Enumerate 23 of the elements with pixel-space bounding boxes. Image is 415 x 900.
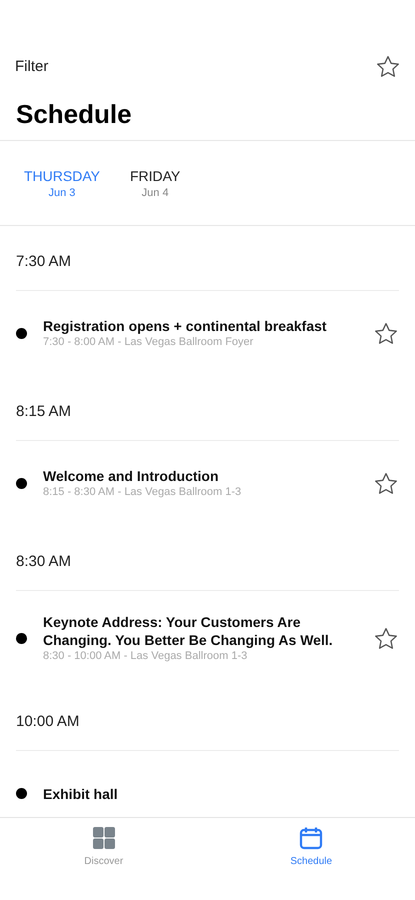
time-header: 8:15 AM <box>15 402 72 422</box>
star-icon[interactable] <box>373 626 399 652</box>
event-details: 8:30 - 10:00 AM - Las Vegas Ballroom 1-3 <box>43 649 248 664</box>
day-tab[interactable]: THURSDAY Jun 3 <box>24 167 100 201</box>
grid-icon <box>92 826 116 850</box>
page-title: Schedule <box>15 98 133 131</box>
time-header: 7:30 AM <box>15 252 72 272</box>
event-details: 8:15 - 8:30 AM - Las Vegas Ballroom 1-3 <box>43 485 242 500</box>
day-tab[interactable]: FRIDAY Jun 4 <box>130 167 180 201</box>
calendar-icon <box>299 826 324 850</box>
time-header: 10:00 AM <box>15 712 80 732</box>
time-header: 8:30 AM <box>15 552 72 572</box>
filter-link[interactable]: Filter <box>15 56 48 78</box>
event-details: 7:30 - 8:00 AM - Las Vegas Ballroom Foyer <box>43 335 254 350</box>
event-title: Keynote Address: Your Customers Are Changing. You Better Be Changing As Well. <box>43 613 333 649</box>
star-icon[interactable] <box>373 320 399 346</box>
star-icon[interactable] <box>373 470 399 496</box>
event-title: Exhibit hall <box>43 784 119 802</box>
event-title: Welcome and Introduction <box>43 467 220 485</box>
event-title: Registration opens + continental breakfast <box>43 317 328 335</box>
favorites-star-icon[interactable] <box>375 54 401 80</box>
tab-bar-item[interactable]: Discover <box>0 826 208 870</box>
tab-bar-item[interactable]: Schedule <box>208 826 415 870</box>
